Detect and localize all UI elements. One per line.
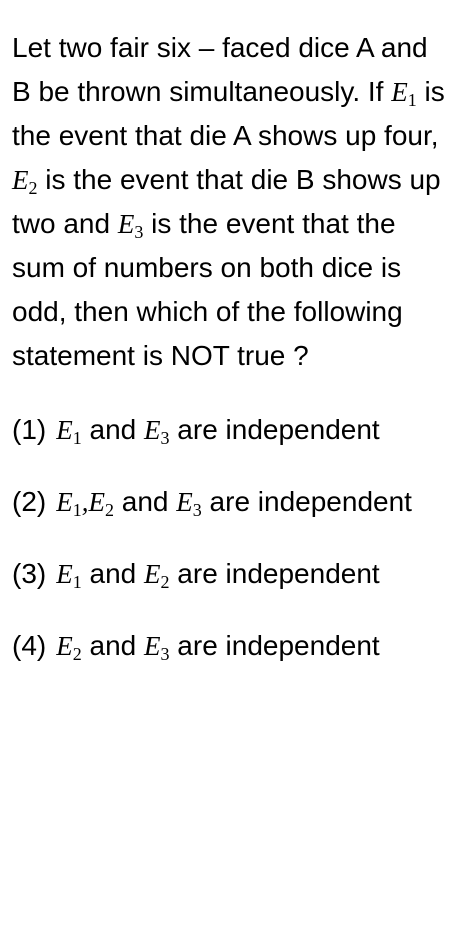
- option-join: and: [81, 630, 145, 661]
- option-2[interactable]: (2) E1,E2 and E3 are independent: [12, 480, 452, 524]
- option-event-a: E1: [56, 415, 82, 448]
- event-e3: E3: [117, 209, 144, 242]
- option-join: and: [81, 414, 145, 445]
- event-e1: E1: [391, 77, 417, 110]
- option-event-a: E2: [56, 631, 82, 664]
- option-event-b: E3: [144, 415, 170, 448]
- option-tail: are independent: [201, 486, 412, 517]
- option-event-a: E1,: [56, 487, 89, 520]
- option-number: (3): [12, 558, 47, 589]
- option-event-b: E2: [144, 559, 170, 592]
- options-list: (1) E1 and E3 are independent (2) E1,E2 an…: [12, 408, 452, 668]
- option-join: and: [113, 486, 177, 517]
- option-tail: are independent: [169, 558, 380, 589]
- option-1[interactable]: (1) E1 and E3 are independent: [12, 408, 452, 452]
- option-number: (1): [12, 414, 47, 445]
- option-4[interactable]: (4) E2 and E3 are independent: [12, 624, 452, 668]
- event-e2: E2: [12, 165, 38, 198]
- option-event-c: E2: [88, 487, 114, 520]
- option-number: (4): [12, 630, 47, 661]
- question-part-1: Let two fair six – faced dice A and B be…: [12, 32, 428, 107]
- question-text: Let two fair six – faced dice A and B be…: [12, 26, 452, 378]
- option-3[interactable]: (3) E1 and E2 are independent: [12, 552, 452, 596]
- option-join: and: [81, 558, 145, 589]
- option-event-a: E1: [56, 559, 82, 592]
- option-tail: are independent: [169, 630, 380, 661]
- option-number: (2): [12, 486, 47, 517]
- option-event-b: E3: [176, 487, 202, 520]
- option-tail: are independent: [169, 414, 380, 445]
- option-event-b: E3: [144, 631, 170, 664]
- question-page: Let two fair six – faced dice A and B be…: [12, 26, 452, 668]
